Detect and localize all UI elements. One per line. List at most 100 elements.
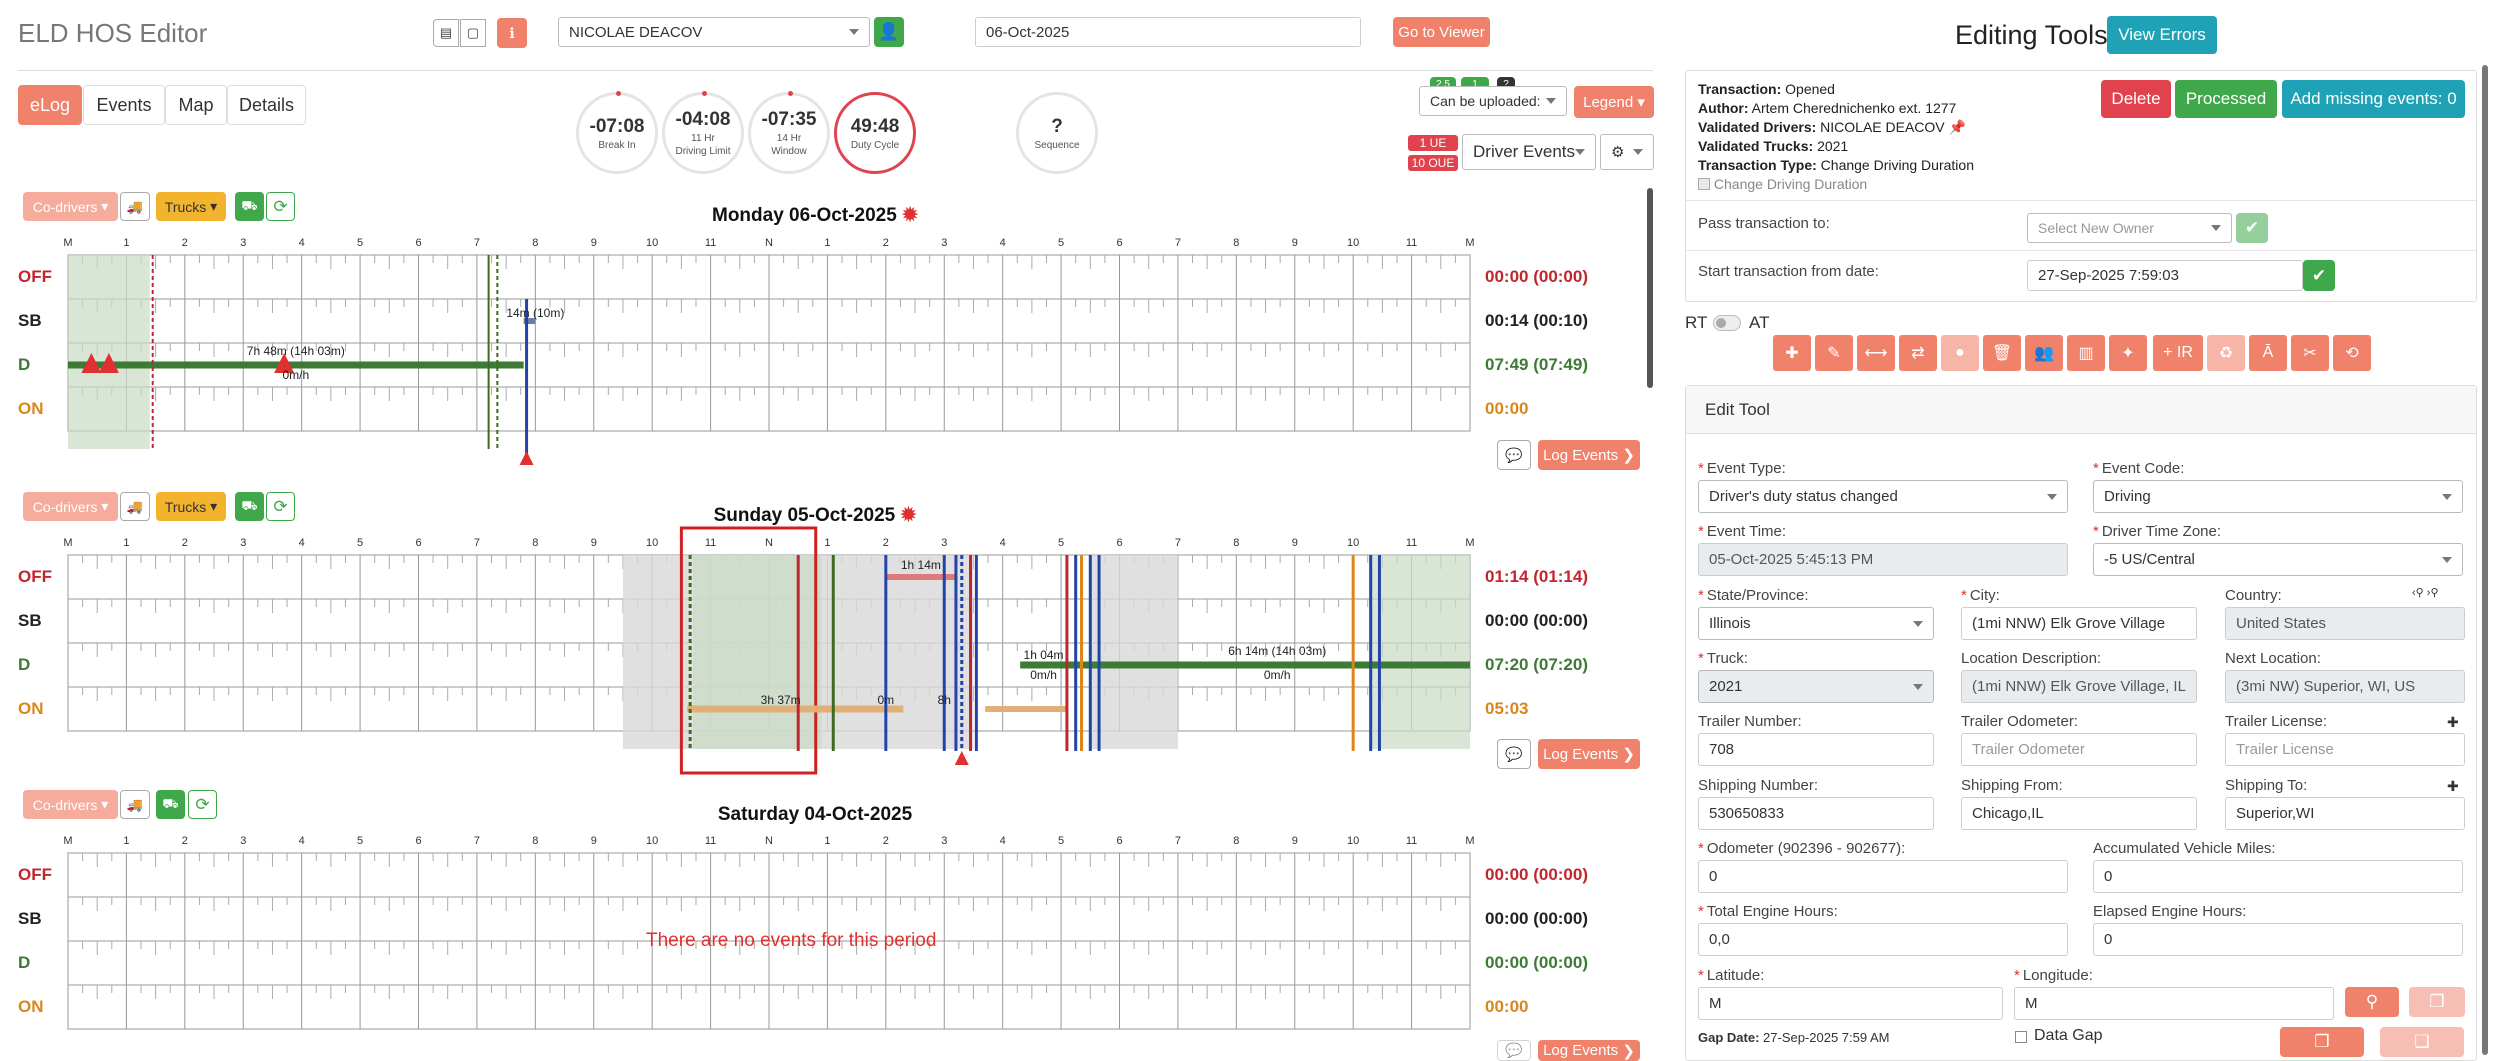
data-gap-checkbox[interactable] bbox=[2015, 1031, 2027, 1043]
state-field[interactable]: Illinois bbox=[1698, 607, 1934, 640]
view-errors-button[interactable]: View Errors bbox=[2107, 16, 2217, 54]
country-field[interactable]: United States bbox=[2225, 607, 2465, 640]
axis-hour-label: 10 bbox=[1347, 237, 1359, 249]
right-scrollbar[interactable] bbox=[2482, 65, 2488, 1055]
arrows-horizontal-icon: ⟷ bbox=[1864, 345, 1888, 362]
axis-hour-label: 3 bbox=[941, 835, 947, 847]
eng-hours-field[interactable]: 0,0 bbox=[1698, 923, 2068, 956]
swap-button[interactable]: ⇄ bbox=[1899, 335, 1937, 371]
comment-button-3[interactable]: 💬 bbox=[1497, 1040, 1531, 1061]
add-field-icon[interactable]: ✚ bbox=[2447, 778, 2459, 795]
recycle-button[interactable]: ♻ bbox=[2207, 335, 2245, 371]
odo-field[interactable]: 0 bbox=[1698, 860, 2068, 893]
log-events-button-1[interactable]: Log Events ❯ bbox=[1538, 440, 1640, 470]
axis-hour-label: 6 bbox=[1116, 835, 1122, 847]
transaction-info: Transaction: Opened Author: Artem Chered… bbox=[1698, 81, 1974, 192]
duration-annotation: 14m (10m) bbox=[506, 306, 564, 320]
axis-hour-label: 1 bbox=[123, 537, 129, 549]
axis-hour-label: 6 bbox=[415, 835, 421, 847]
add-event-button[interactable]: ✚ bbox=[1773, 335, 1811, 371]
row-total-sb: 00:00 (00:00) bbox=[1485, 611, 1589, 630]
trailer-lic-ph-field[interactable]: Trailer License bbox=[2225, 733, 2465, 766]
cut-button[interactable]: ✂ bbox=[2291, 335, 2329, 371]
duration-annotation: 1h 14m bbox=[901, 558, 941, 572]
city-field[interactable]: (1mi NNW) Elk Grove Village bbox=[1961, 607, 2197, 640]
tz-field[interactable]: -5 US/Central bbox=[2093, 543, 2463, 576]
nextloc-field[interactable]: (3mi NW) Superior, WI, US bbox=[2225, 670, 2465, 703]
event-code-field[interactable]: Driving bbox=[2093, 480, 2463, 513]
locdesc-field[interactable]: (1mi NNW) Elk Grove Village, IL, US bbox=[1961, 670, 2197, 703]
add-ir-button[interactable]: + IR bbox=[2153, 335, 2203, 371]
elapsed-field[interactable]: 0 bbox=[2093, 923, 2463, 956]
lon-field[interactable]: M bbox=[2014, 987, 2334, 1020]
row-label-on: ON bbox=[18, 699, 44, 718]
shaded-period bbox=[1090, 555, 1178, 749]
log-events-button-3[interactable]: Log Events ❯ bbox=[1538, 1040, 1640, 1061]
edit-event-button[interactable]: ✎ bbox=[1815, 335, 1853, 371]
axis-hour-label: 2 bbox=[182, 237, 188, 249]
plus-icon: ✚ bbox=[1785, 345, 1799, 362]
truck-field[interactable]: 2021 bbox=[1698, 670, 1934, 703]
change-driving-checkbox[interactable] bbox=[1698, 178, 1710, 190]
duration-annotation: 8h bbox=[938, 693, 951, 707]
duration-annotation: 1h 04m bbox=[1024, 648, 1064, 662]
magic-button[interactable]: ✦ bbox=[2109, 335, 2147, 371]
processed-button[interactable]: Processed bbox=[2175, 80, 2277, 118]
truck-label: * Truck: bbox=[1698, 650, 1748, 667]
trailer-odo-ph-field[interactable]: Trailer Odometer bbox=[1961, 733, 2197, 766]
rt-at-toggle[interactable] bbox=[1713, 315, 1741, 331]
axis-hour-label: 3 bbox=[941, 237, 947, 249]
delete-event-button[interactable]: 🗑 bbox=[1983, 335, 2021, 371]
event-type-field[interactable]: Driver's duty status changed bbox=[1698, 480, 2068, 513]
comment-button-1[interactable]: 💬 bbox=[1497, 440, 1531, 470]
ship-no-label: Shipping Number: bbox=[1698, 777, 1819, 794]
start-date-confirm-button[interactable]: ✔ bbox=[2303, 260, 2335, 291]
ship-to-field[interactable]: Superior,WI bbox=[2225, 797, 2465, 830]
delete-button[interactable]: Delete bbox=[2101, 80, 2171, 118]
nextloc-label: Next Location: bbox=[2225, 650, 2321, 667]
group-button[interactable]: 👥 bbox=[2025, 335, 2063, 371]
city-label: * City: bbox=[1961, 587, 2000, 604]
comment-icon: 💬 bbox=[1505, 1042, 1523, 1058]
axis-hour-label: 9 bbox=[591, 237, 597, 249]
lat-field[interactable]: M bbox=[1698, 987, 2003, 1020]
geo-locate-button[interactable]: ⚲ bbox=[2345, 987, 2399, 1017]
add-missing-events-button[interactable]: Add missing events: 0 bbox=[2282, 80, 2465, 118]
axis-hour-label: 5 bbox=[1058, 835, 1064, 847]
axis-hour-label: 10 bbox=[1347, 537, 1359, 549]
row-total-d: 07:49 (07:49) bbox=[1485, 355, 1589, 374]
add-field-icon[interactable]: ✚ bbox=[2447, 714, 2459, 731]
columns-button[interactable]: ▥ bbox=[2067, 335, 2105, 371]
country-label: Country: bbox=[2225, 587, 2282, 604]
comment-button-2[interactable]: 💬 bbox=[1497, 739, 1531, 769]
location-arrows-icon[interactable]: ‹⚲ ›⚲ bbox=[2412, 586, 2439, 599]
text-height-button[interactable]: Ā bbox=[2249, 335, 2287, 371]
copy-button[interactable]: ❐ bbox=[2280, 1027, 2364, 1057]
axis-hour-label: 6 bbox=[415, 537, 421, 549]
new-owner-select[interactable]: Select New Owner bbox=[2027, 213, 2232, 243]
axis-hour-label: 11 bbox=[705, 537, 716, 549]
pass-transaction-label: Pass transaction to: bbox=[1698, 215, 1830, 232]
paste-button[interactable]: ❏ bbox=[2380, 1027, 2464, 1057]
axis-hour-label: 4 bbox=[1000, 835, 1006, 847]
event-time-field[interactable]: 05-Oct-2025 5:45:13 PM bbox=[1698, 543, 2068, 576]
left-scrollbar[interactable] bbox=[1647, 188, 1653, 388]
driver-button[interactable]: ● bbox=[1941, 335, 1979, 371]
axis-hour-label: 2 bbox=[182, 835, 188, 847]
check-icon: ✔ bbox=[2311, 265, 2327, 285]
copy-location-button[interactable]: ❐ bbox=[2409, 987, 2465, 1017]
acc-miles-field[interactable]: 0 bbox=[2093, 860, 2463, 893]
axis-hour-label: 11 bbox=[1406, 835, 1417, 847]
axis-hour-label: 8 bbox=[1233, 835, 1239, 847]
start-date-input[interactable]: 27-Sep-2025 7:59:03 bbox=[2027, 260, 2303, 291]
history-button[interactable]: ⟲ bbox=[2333, 335, 2371, 371]
elapsed-label: Elapsed Engine Hours: bbox=[2093, 903, 2247, 920]
pass-confirm-button[interactable]: ✔ bbox=[2236, 213, 2268, 243]
ship-from-field[interactable]: Chicago,IL bbox=[1961, 797, 2197, 830]
check-icon: ✔ bbox=[2244, 218, 2260, 237]
stretch-button[interactable]: ⟷ bbox=[1857, 335, 1895, 371]
axis-hour-label: 2 bbox=[883, 835, 889, 847]
ship-no-field[interactable]: 530650833 bbox=[1698, 797, 1934, 830]
log-events-button-2[interactable]: Log Events ❯ bbox=[1538, 739, 1640, 769]
trailer-field[interactable]: 708 bbox=[1698, 733, 1934, 766]
